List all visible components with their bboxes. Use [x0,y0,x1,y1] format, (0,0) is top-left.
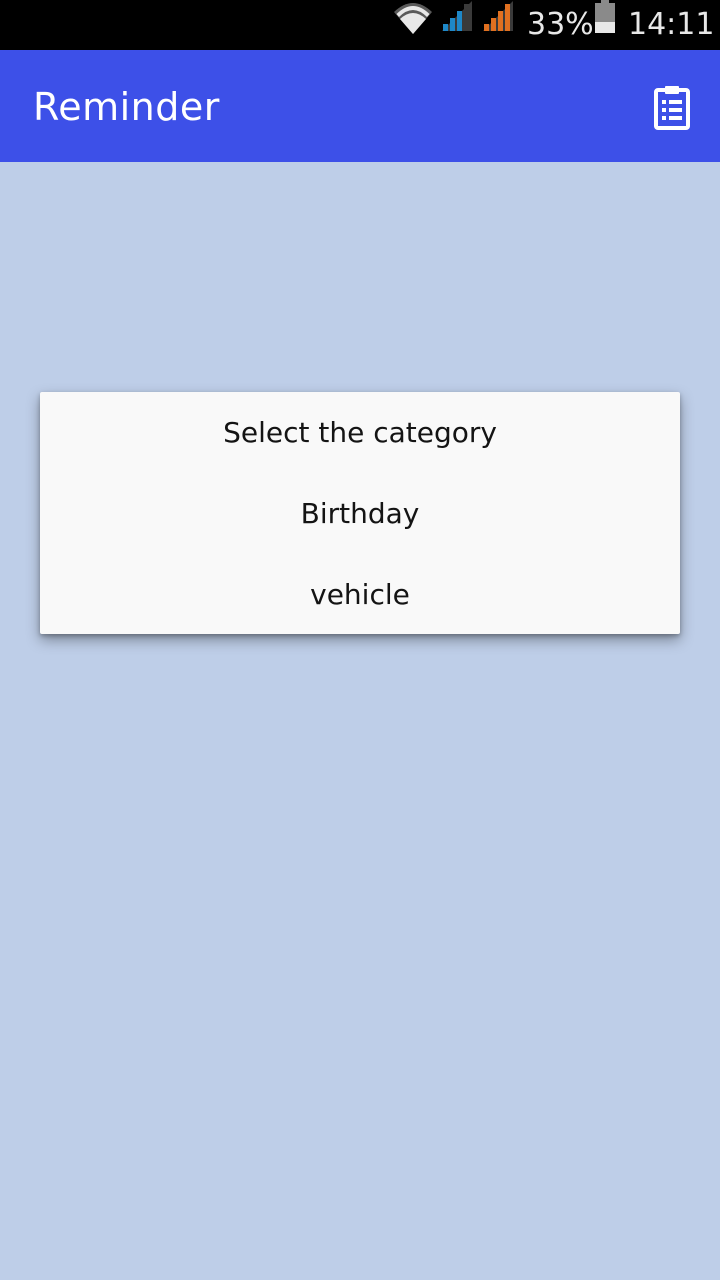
option-vehicle[interactable]: vehicle [40,554,680,635]
app-title: Reminder [33,85,220,129]
app-bar: Reminder [0,50,720,162]
wifi-icon [394,3,432,34]
clipboard-list-icon[interactable] [648,84,696,132]
category-dialog: Select the category Birthday vehicle [40,392,680,634]
signal-icon [483,1,513,31]
battery-icon [595,0,615,33]
option-birthday[interactable]: Birthday [40,473,680,554]
status-bar: 33% 14:11 [0,0,720,50]
dialog-title: Select the category [223,416,497,449]
battery-percent: 33% [527,7,594,42]
clock: 14:11 [628,7,715,42]
signal-icon [442,1,472,31]
